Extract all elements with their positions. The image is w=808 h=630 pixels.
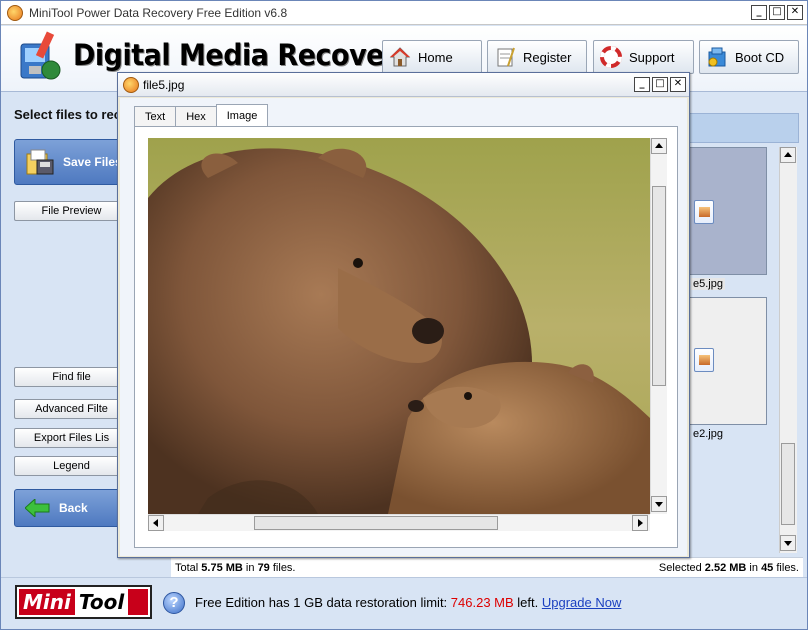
footer: Mini Tool ? Free Edition has 1 GB data r… [1,577,807,629]
dialog-body: Text Hex Image [120,98,687,556]
home-button[interactable]: Home [382,40,482,74]
total-count: 79 [257,562,270,574]
dialog-app-icon [123,76,139,93]
register-button[interactable]: Register [487,40,587,74]
tab-hex[interactable]: Hex [175,106,217,126]
title-bar: MiniTool Power Data Recovery Free Editio… [1,1,807,25]
dialog-title-bar: file5.jpg _ □ ✕ [118,73,689,97]
save-files-button[interactable]: Save Files [14,139,129,185]
export-files-list-button[interactable]: Export Files Lis [14,428,129,448]
status-bar: Total 5.75 MB in 79 files. Selected 2.52… [171,557,803,577]
back-button[interactable]: Back [14,489,129,527]
support-label: Support [629,49,675,65]
total-files-status: Total 5.75 MB in 79 files. [175,562,296,574]
image-hscroll-thumb[interactable] [254,516,498,530]
dialog-window-controls: _ □ ✕ [634,77,686,92]
maximize-button[interactable]: □ [769,5,785,20]
remaining-amount: 746.23 MB [450,595,514,610]
window-controls: _ □ ✕ [751,5,803,20]
file-list-header [671,113,799,143]
file-list-scrollbar[interactable] [779,147,797,553]
scroll-thumb[interactable] [781,443,795,525]
image-file-icon [694,348,714,372]
limit-text: Free Edition has 1 GB data restoration l… [195,595,451,610]
status-text: files. [269,562,296,574]
boot-cd-label: Boot CD [735,49,785,65]
legend-button[interactable]: Legend [14,456,129,476]
dialog-minimize-button[interactable]: _ [634,77,650,92]
arrow-up-icon [784,152,792,157]
preview-tabs: Text Hex Image [134,104,269,126]
register-icon [497,47,515,67]
arrow-down-icon [784,541,792,546]
window-title: MiniTool Power Data Recovery Free Editio… [29,5,288,20]
image-horizontal-scrollbar[interactable] [148,514,650,531]
select-files-prompt: Select files to rec [14,107,121,122]
arrow-left-icon [153,519,158,527]
dialog-title: file5.jpg [143,77,185,92]
image-scroll-right-button[interactable] [632,515,648,531]
digital-media-logo-icon [20,31,61,80]
arrow-up-icon [655,143,663,148]
image-tab-panel [134,126,678,548]
image-preview [148,138,650,514]
help-icon[interactable]: ? [163,592,185,614]
scroll-up-button[interactable] [780,147,796,163]
minitool-logo[interactable]: Mini Tool [15,585,152,619]
save-files-label: Save Files [63,155,122,169]
file-thumbnail[interactable] [689,297,767,425]
status-text: in [746,562,762,574]
support-button[interactable]: Support [593,40,694,74]
support-icon [600,46,622,68]
status-text: Total [175,562,202,574]
file-name-label: e2.jpg [693,428,723,440]
minimize-button[interactable]: _ [751,5,767,20]
selected-count: 45 [761,562,774,574]
total-size: 5.75 MB [201,562,243,574]
dialog-close-button[interactable]: ✕ [670,77,686,92]
save-files-icon [26,149,54,175]
status-text: Selected [658,562,705,574]
status-text: files. [773,562,799,574]
file-preview-dialog: file5.jpg _ □ ✕ Text Hex Image [117,72,690,558]
banner-title: Digital Media Recovery [73,38,414,73]
home-icon [389,47,411,67]
app-icon [7,4,23,21]
file-name-label: e5.jpg [691,278,725,290]
boot-cd-button[interactable]: Boot CD [699,40,799,74]
home-label: Home [418,49,453,65]
dialog-maximize-button[interactable]: □ [652,77,668,92]
register-label: Register [523,49,572,65]
scroll-down-button[interactable] [780,535,796,551]
upgrade-now-link[interactable]: Upgrade Now [542,595,622,610]
tab-image[interactable]: Image [215,104,269,126]
image-scroll-down-button[interactable] [651,496,667,512]
arrow-down-icon [655,502,663,507]
boot-cd-icon [708,47,726,67]
limit-text: left. [513,595,542,610]
back-label: Back [59,501,88,515]
image-scroll-up-button[interactable] [651,138,667,154]
logo-tool-text: Tool [74,589,129,615]
selected-files-status: Selected 2.52 MB in 45 files. [659,562,799,574]
image-vertical-scrollbar[interactable] [650,138,667,514]
tab-text[interactable]: Text [134,106,177,126]
close-button[interactable]: ✕ [787,5,803,20]
restoration-limit-text: Free Edition has 1 GB data restoration l… [195,595,621,610]
logo-inner: Mini Tool [19,589,148,615]
file-thumbnail-selected[interactable] [689,147,767,275]
logo-mini-text: Mini [23,590,71,614]
back-arrow-icon [25,499,50,517]
image-vscroll-thumb[interactable] [652,186,666,386]
image-file-icon [694,200,714,224]
selected-size: 2.52 MB [704,562,747,574]
arrow-right-icon [638,519,643,527]
status-text: in [242,562,258,574]
file-preview-button[interactable]: File Preview [14,201,129,221]
image-scroll-left-button[interactable] [148,515,164,531]
find-file-button[interactable]: Find file [14,367,129,387]
advanced-filter-button[interactable]: Advanced Filte [14,399,129,419]
